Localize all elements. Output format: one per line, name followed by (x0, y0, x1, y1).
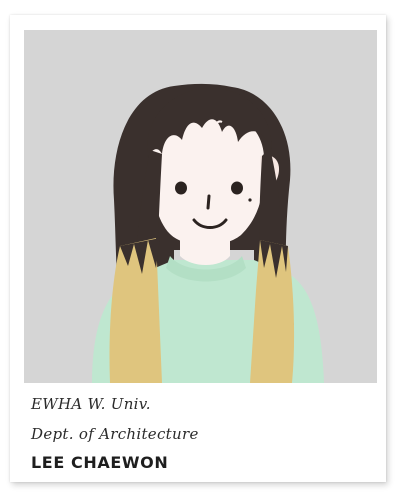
portrait-photo (24, 30, 377, 383)
beauty-mark (248, 198, 252, 202)
portrait-illustration (92, 83, 324, 383)
nose (206, 194, 211, 210)
polaroid-stage: EWHA W. Univ. Dept. of Architecture LEE … (0, 0, 400, 500)
person-name: LEE CHAEWON (31, 453, 169, 472)
department-label: Dept. of Architecture (31, 425, 199, 443)
polaroid-card: EWHA W. Univ. Dept. of Architecture LEE … (10, 15, 386, 482)
caption: EWHA W. Univ. Dept. of Architecture LEE … (31, 389, 371, 476)
right-eye (231, 181, 243, 195)
university-label: EWHA W. Univ. (31, 395, 151, 413)
left-eye (175, 181, 187, 195)
